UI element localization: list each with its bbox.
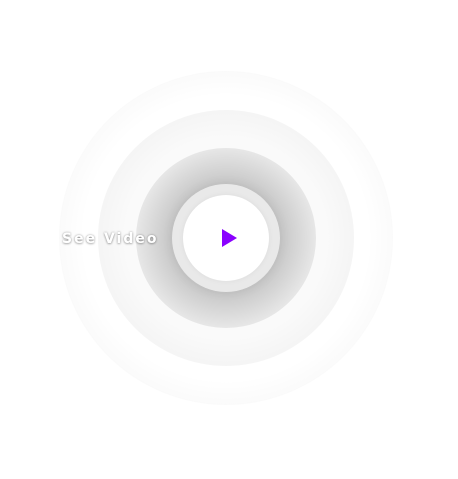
play-button[interactable]	[183, 195, 269, 281]
play-button-container	[172, 184, 280, 292]
see-video-label[interactable]: See Video	[62, 231, 158, 247]
video-cta-stage: See Video	[0, 0, 458, 479]
play-icon	[222, 229, 237, 247]
